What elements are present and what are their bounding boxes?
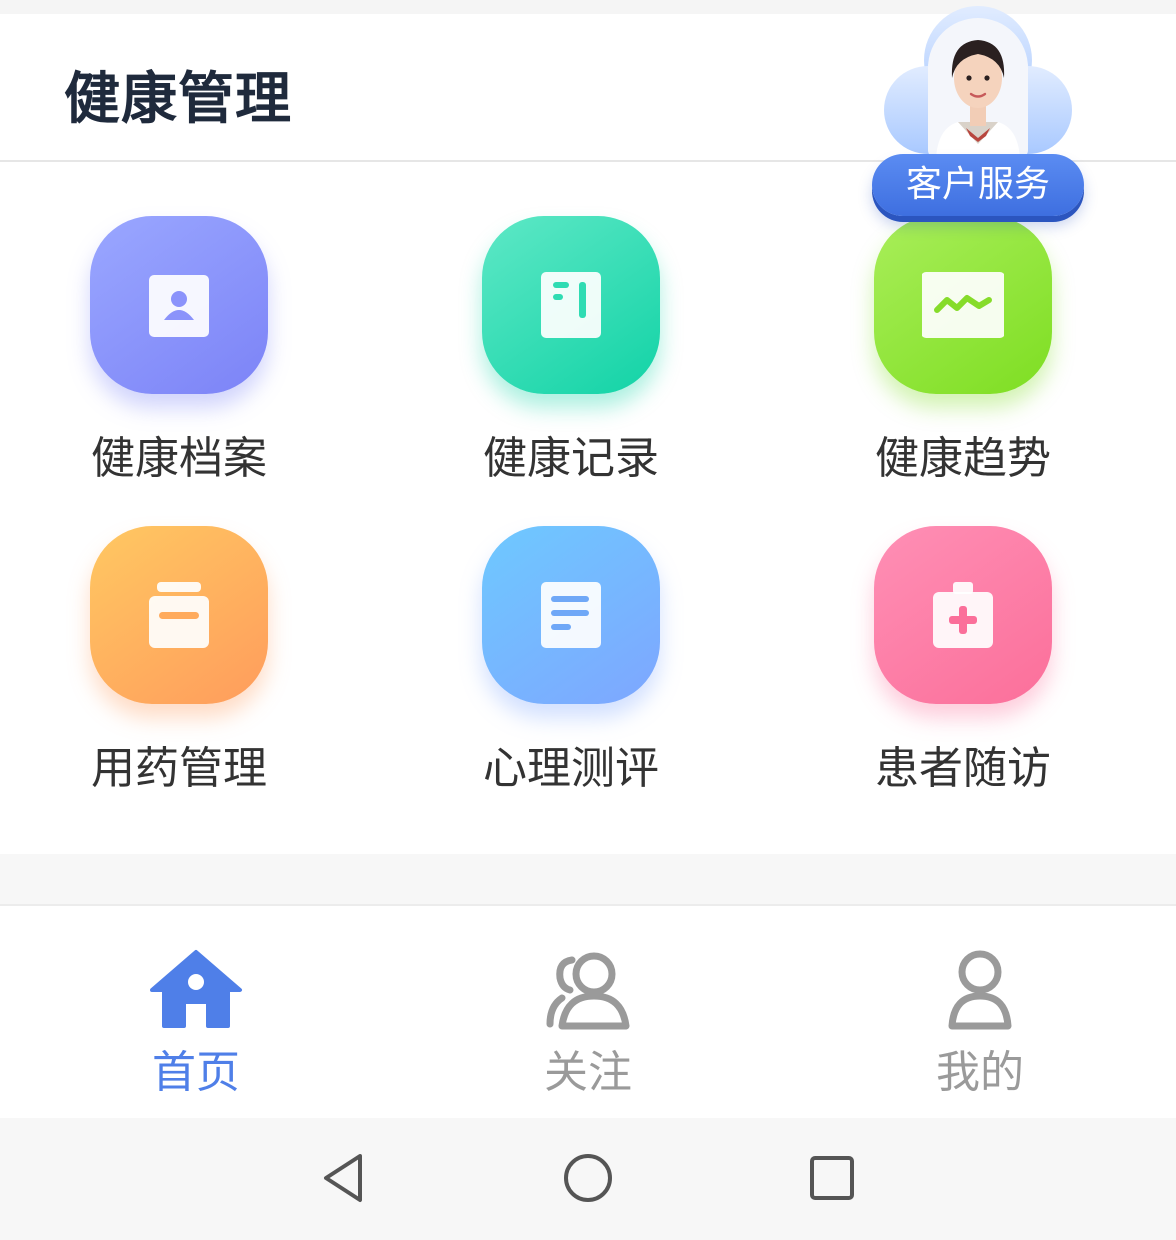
agent-portrait-icon — [928, 18, 1028, 158]
home-circle-icon[interactable] — [558, 1148, 618, 1208]
feature-grid: 健康档案 健康记录 健康趋势 用药管理 心理测评 患者随访 — [0, 162, 1176, 854]
avatar — [928, 18, 1028, 158]
page-title: 健康管理 — [64, 67, 292, 132]
tile-icon-bg — [874, 526, 1052, 704]
tab-label: 我的 — [936, 1047, 1024, 1098]
tile-icon-bg — [90, 216, 268, 394]
customer-service-widget[interactable]: 客户服务 — [870, 4, 1086, 222]
tile-health-record[interactable]: 健康记录 — [449, 216, 699, 516]
tile-psych-assessment[interactable]: 心理测评 — [449, 526, 699, 826]
customer-service-button[interactable]: 客户服务 — [872, 154, 1084, 216]
tile-icon-bg — [482, 526, 660, 704]
tile-label: 用药管理 — [91, 743, 267, 794]
tile-health-profile[interactable]: 健康档案 — [57, 216, 307, 516]
tab-label: 关注 — [544, 1047, 632, 1098]
tile-label: 健康记录 — [483, 433, 659, 484]
people-icon — [546, 952, 630, 1030]
tile-label: 心理测评 — [483, 743, 659, 794]
tab-mine[interactable]: 我的 — [880, 906, 1080, 1120]
tile-label: 健康趋势 — [875, 433, 1051, 484]
tile-medication[interactable]: 用药管理 — [57, 526, 307, 826]
screen: 健康管理 健康档案 健康记录 健康趋势 用药管理 心理测评 患者随访 客户服务 … — [0, 0, 1176, 1240]
medical-kit-icon — [933, 582, 993, 648]
notebook-icon — [541, 272, 601, 338]
back-triangle-icon[interactable] — [314, 1148, 374, 1208]
tile-health-trend[interactable]: 健康趋势 — [841, 216, 1091, 516]
tab-label: 首页 — [152, 1047, 240, 1098]
tile-icon-bg — [90, 526, 268, 704]
trend-chart-icon — [922, 272, 1004, 338]
document-icon — [541, 582, 601, 648]
recents-square-icon[interactable] — [802, 1148, 862, 1208]
tile-icon-bg — [874, 216, 1052, 394]
medicine-bottle-icon — [149, 582, 209, 648]
tab-follow[interactable]: 关注 — [488, 906, 688, 1120]
tile-patient-followup[interactable]: 患者随访 — [841, 526, 1091, 826]
tile-label: 健康档案 — [91, 433, 267, 484]
user-icon — [948, 950, 1012, 1030]
tile-label: 患者随访 — [875, 743, 1051, 794]
tile-icon-bg — [482, 216, 660, 394]
system-nav-bar — [0, 1118, 1176, 1240]
profile-card-icon — [149, 275, 209, 337]
home-icon — [150, 950, 242, 1028]
tab-bar: 首页 关注 我的 — [0, 904, 1176, 1120]
tab-home[interactable]: 首页 — [96, 906, 296, 1120]
